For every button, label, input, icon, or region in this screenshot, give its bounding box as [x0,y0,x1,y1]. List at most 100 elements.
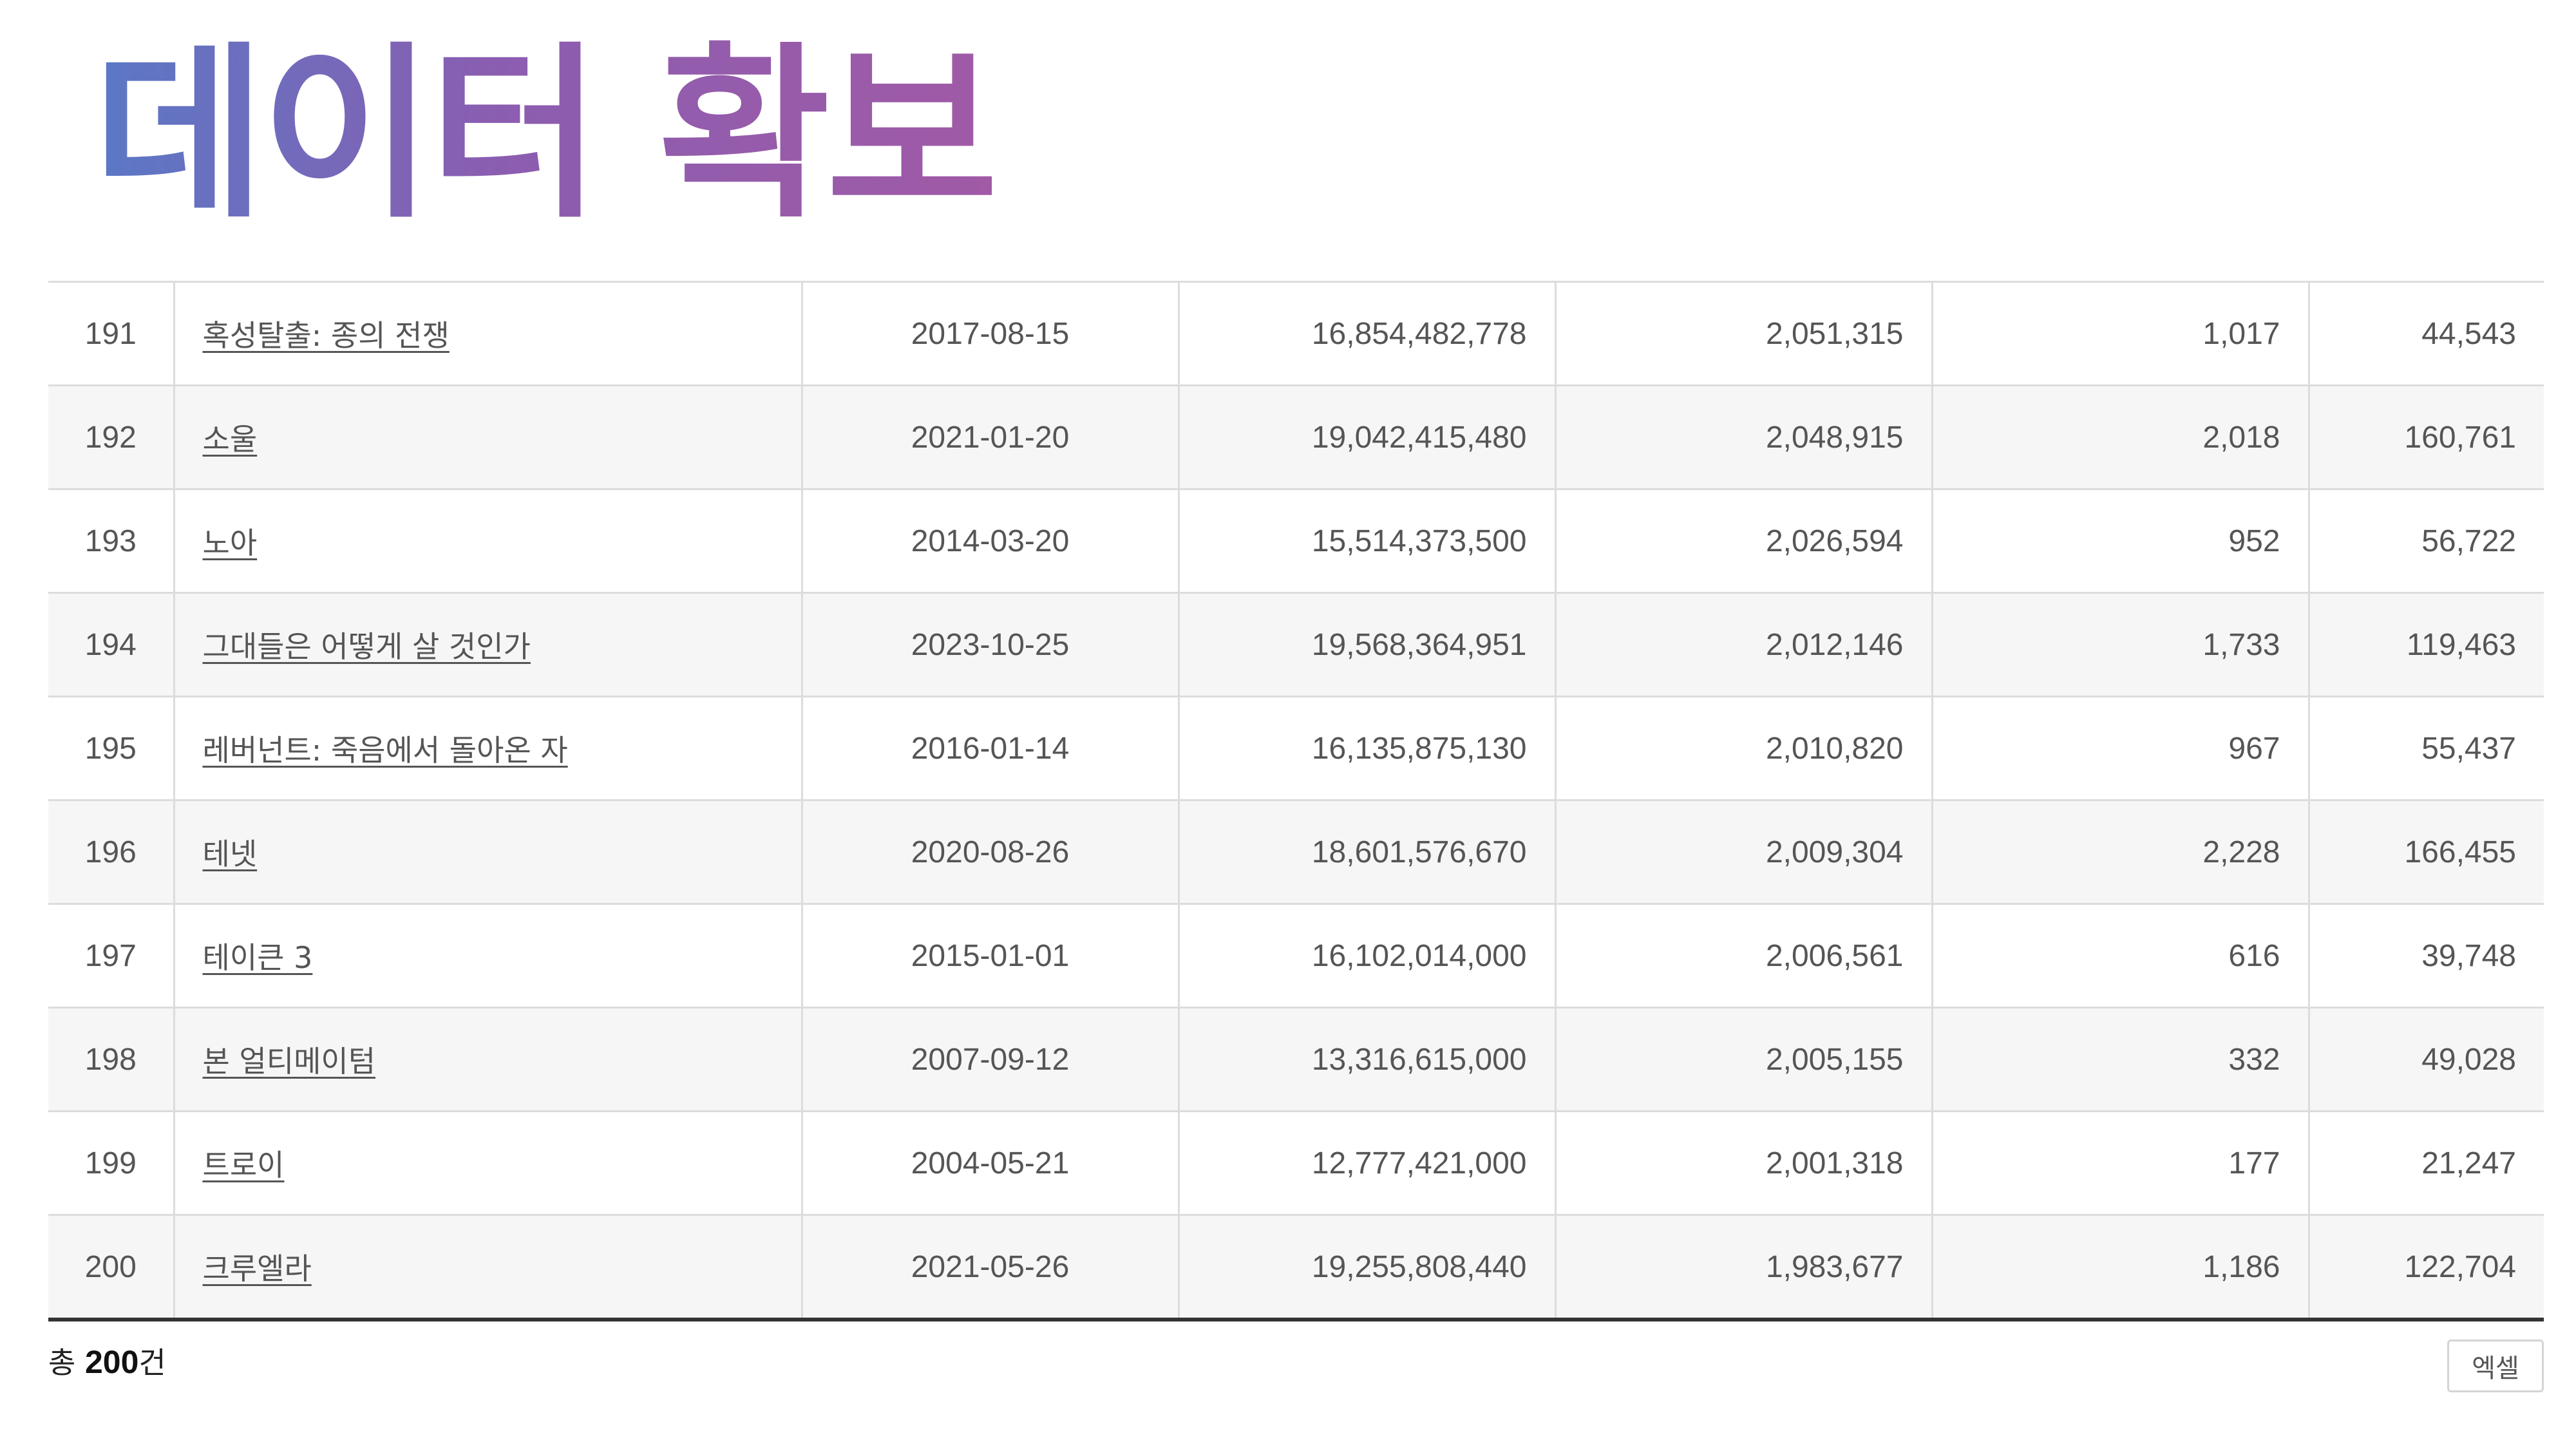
release-date-cell: 2023-10-25 [800,592,1179,697]
screens-cell: 177 [1931,1111,2309,1216]
sales-cell: 16,854,482,778 [1177,281,1555,386]
showings-cell: 56,722 [2307,489,2544,594]
audience-cell: 2,010,820 [1554,696,1932,801]
title-cell: 테넷 [173,800,802,905]
title-cell: 테이큰 3 [173,904,802,1009]
rank-cell: 200 [48,1215,174,1321]
movie-title-link[interactable]: 트로이 [203,1148,285,1182]
table-row: 192 소울 2021-01-20 19,042,415,480 2,048,915 2,… [48,385,2544,490]
sales-cell: 15,514,373,500 [1177,489,1555,594]
title-cell: 레버넌트: 죽음에서 돌아온 자 [173,696,802,801]
sales-cell: 19,255,808,440 [1177,1215,1555,1321]
showings-cell: 21,247 [2307,1111,2544,1216]
showings-cell: 166,455 [2307,800,2544,905]
movie-title-link[interactable]: 그대들은 어떻게 살 것인가 [203,629,531,664]
excel-download-button[interactable]: 엑셀 [2447,1340,2544,1392]
title-cell: 트로이 [173,1111,802,1216]
movie-title-link[interactable]: 레버넌트: 죽음에서 돌아온 자 [203,733,568,768]
release-date-cell: 2017-08-15 [800,281,1179,386]
movie-title-link[interactable]: 본 얼티메이텀 [203,1044,376,1079]
screens-cell: 616 [1931,904,2309,1009]
title-cell: 그대들은 어떻게 살 것인가 [173,592,802,697]
table-row: 193 노아 2014-03-20 15,514,373,500 2,026,594 95… [48,489,2544,594]
total-count: 총 200건 [48,1340,166,1382]
rank-cell: 193 [48,489,174,594]
screens-cell: 952 [1931,489,2309,594]
release-date-cell: 2020-08-26 [800,800,1179,905]
rank-cell: 191 [48,281,174,386]
release-date-cell: 2021-01-20 [800,385,1179,490]
screens-cell: 2,228 [1931,800,2309,905]
movie-title-link[interactable]: 노아 [203,526,258,560]
rank-cell: 199 [48,1111,174,1216]
table-row: 197 테이큰 3 2015-01-01 16,102,014,000 2,006,56… [48,904,2544,1009]
movie-title-link[interactable]: 테넷 [203,837,258,871]
showings-cell: 160,761 [2307,385,2544,490]
table-row: 200 크루엘라 2021-05-26 19,255,808,440 1,983,677… [48,1215,2544,1321]
movie-title-link[interactable]: 테이큰 3 [203,940,313,975]
table-row: 195 레버넌트: 죽음에서 돌아온 자 2016-01-14 16,135,875,… [48,696,2544,801]
table-row: 196 테넷 2020-08-26 18,601,576,670 2,009,304 2,… [48,800,2544,905]
rank-cell: 192 [48,385,174,490]
showings-cell: 55,437 [2307,696,2544,801]
rank-cell: 195 [48,696,174,801]
showings-cell: 119,463 [2307,592,2544,697]
screens-cell: 332 [1931,1007,2309,1112]
sales-cell: 16,135,875,130 [1177,696,1555,801]
showings-cell: 44,543 [2307,281,2544,386]
screens-cell: 1,186 [1931,1215,2309,1321]
total-prefix: 총 [48,1345,76,1380]
table-row: 199 트로이 2004-05-21 12,777,421,000 2,001,318 1… [48,1111,2544,1216]
screens-cell: 1,017 [1931,281,2309,386]
table-footer: 총 200건 엑셀 [48,1340,2544,1392]
audience-cell: 2,048,915 [1554,385,1932,490]
title-cell: 소울 [173,385,802,490]
release-date-cell: 2004-05-21 [800,1111,1179,1216]
table-row: 191 혹성탈출: 종의 전쟁 2017-08-15 16,854,482,778 2,… [48,281,2544,386]
sales-cell: 16,102,014,000 [1177,904,1555,1009]
rank-cell: 198 [48,1007,174,1112]
title-cell: 노아 [173,489,802,594]
audience-cell: 2,051,315 [1554,281,1932,386]
total-suffix: 건 [138,1345,166,1380]
screens-cell: 2,018 [1931,385,2309,490]
screens-cell: 1,733 [1931,592,2309,697]
audience-cell: 2,005,155 [1554,1007,1932,1112]
page-title: 데이터 확보 [93,26,998,243]
sales-cell: 12,777,421,000 [1177,1111,1555,1216]
sales-cell: 19,042,415,480 [1177,385,1555,490]
release-date-cell: 2016-01-14 [800,696,1179,801]
release-date-cell: 2007-09-12 [800,1007,1179,1112]
table-row: 198 본 얼티메이텀 2007-09-12 13,316,615,000 2,005,… [48,1007,2544,1112]
audience-cell: 2,026,594 [1554,489,1932,594]
box-office-table: 191 혹성탈출: 종의 전쟁 2017-08-15 16,854,482,778 2,… [48,281,2544,1321]
showings-cell: 122,704 [2307,1215,2544,1321]
rank-cell: 194 [48,592,174,697]
table-body: 191 혹성탈출: 종의 전쟁 2017-08-15 16,854,482,778 2,… [48,281,2544,1321]
rank-cell: 197 [48,904,174,1009]
release-date-cell: 2021-05-26 [800,1215,1179,1321]
screens-cell: 967 [1931,696,2309,801]
sales-cell: 19,568,364,951 [1177,592,1555,697]
total-count-value: 200 [84,1344,139,1380]
sales-cell: 13,316,615,000 [1177,1007,1555,1112]
movie-title-link[interactable]: 크루엘라 [203,1251,312,1286]
showings-cell: 39,748 [2307,904,2544,1009]
box-office-table-container: 191 혹성탈출: 종의 전쟁 2017-08-15 16,854,482,778 2,… [48,281,2544,1321]
audience-cell: 2,009,304 [1554,800,1932,905]
audience-cell: 2,006,561 [1554,904,1932,1009]
title-cell: 본 얼티메이텀 [173,1007,802,1112]
release-date-cell: 2015-01-01 [800,904,1179,1009]
movie-title-link[interactable]: 소울 [203,422,258,457]
title-cell: 혹성탈출: 종의 전쟁 [173,281,802,386]
movie-title-link[interactable]: 혹성탈출: 종의 전쟁 [203,318,450,353]
audience-cell: 1,983,677 [1554,1215,1932,1321]
showings-cell: 49,028 [2307,1007,2544,1112]
title-cell: 크루엘라 [173,1215,802,1321]
sales-cell: 18,601,576,670 [1177,800,1555,905]
audience-cell: 2,012,146 [1554,592,1932,697]
audience-cell: 2,001,318 [1554,1111,1932,1216]
release-date-cell: 2014-03-20 [800,489,1179,594]
table-row: 194 그대들은 어떻게 살 것인가 2023-10-25 19,568,364,95… [48,592,2544,697]
rank-cell: 196 [48,800,174,905]
